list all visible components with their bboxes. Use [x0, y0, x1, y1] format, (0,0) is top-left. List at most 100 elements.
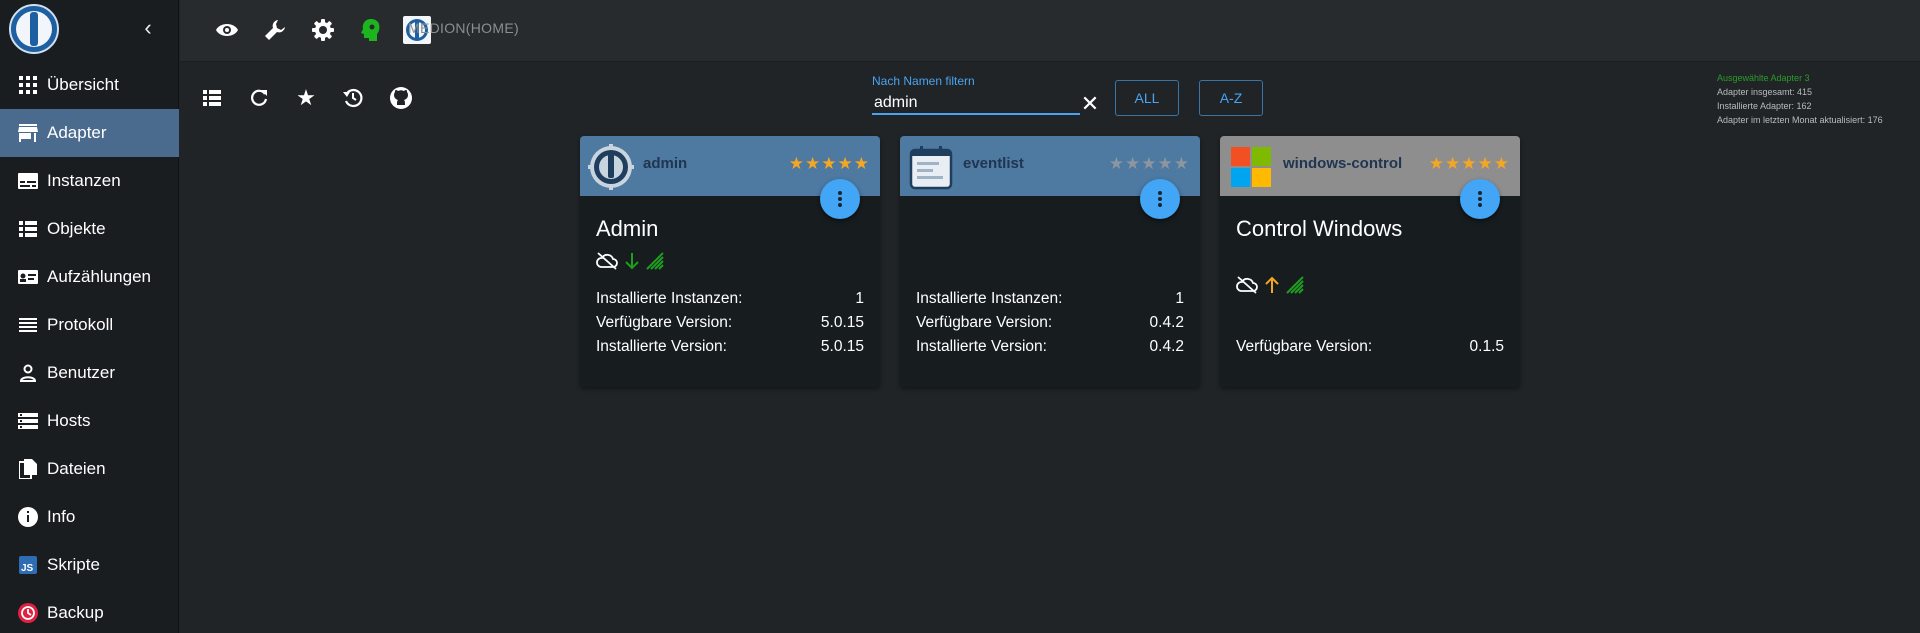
storage-icon: [17, 410, 39, 432]
sidebar-item-objekte[interactable]: Objekte: [0, 205, 179, 253]
subtitles-icon: [17, 170, 39, 192]
connection-quality-icon: [646, 251, 666, 275]
sidebar-item-label: Benutzer: [47, 363, 116, 382]
eventlist-logo-icon: [908, 144, 954, 190]
info-row: Installierte Version: 0.4.2: [916, 338, 1184, 356]
sidebar-item-label: Aufzählungen: [47, 267, 151, 286]
sidebar-item-backup[interactable]: Backup: [0, 589, 179, 633]
more-options-button[interactable]: [820, 179, 860, 219]
adapter-title: Admin: [596, 216, 659, 241]
person-icon: [17, 362, 39, 384]
github-icon[interactable]: [387, 84, 415, 112]
info-label: Installierte Instanzen:: [916, 290, 1063, 307]
list-icon: [17, 218, 39, 240]
stat-selected: Ausgewählte Adapter 3: [1717, 73, 1810, 83]
status-icons: [1236, 275, 1306, 299]
sort-az-button[interactable]: A-Z: [1199, 80, 1263, 116]
collapse-sidebar-button[interactable]: ‹: [138, 16, 158, 40]
windows-logo-icon: [1228, 144, 1274, 190]
host-name: MEDION(HOME): [408, 20, 519, 36]
info-value: 5.0.15: [820, 314, 864, 331]
sidebar-item-aufzaehlungen[interactable]: Aufzählungen: [0, 253, 179, 301]
iobroker-logo[interactable]: [8, 3, 60, 55]
js-icon: JS: [17, 554, 39, 576]
sidebar-item-label: Instanzen: [47, 171, 121, 190]
info-value: 1: [855, 290, 864, 307]
rating-stars[interactable]: ★★★★★: [1429, 154, 1510, 174]
info-value: 0.4.2: [1149, 314, 1184, 331]
adapter-card-eventlist: eventlist ★★★★★ Installierte Instanzen: 1…: [900, 136, 1200, 387]
clear-filter-icon[interactable]: ✕: [1078, 92, 1102, 116]
sidebar-item-label: Objekte: [47, 219, 106, 238]
more-options-button[interactable]: [1140, 179, 1180, 219]
filter-input[interactable]: [872, 93, 1080, 115]
sidebar-item-dateien[interactable]: Dateien: [0, 445, 179, 493]
info-value: 0.4.2: [1149, 338, 1184, 355]
menu-lines-icon: [17, 314, 39, 336]
eye-icon[interactable]: [212, 15, 242, 45]
list-view-icon[interactable]: [198, 84, 226, 112]
info-row: Installierte Instanzen: 1: [916, 290, 1184, 308]
expert-mode-icon[interactable]: [356, 15, 386, 45]
info-label: Verfügbare Version:: [596, 314, 733, 331]
more-options-button[interactable]: [1460, 179, 1500, 219]
info-label: Installierte Version:: [916, 338, 1047, 355]
adapter-name: eventlist: [963, 155, 1024, 172]
refresh-icon[interactable]: [245, 84, 273, 112]
backup-icon: [17, 602, 39, 624]
adapter-name: windows-control: [1283, 155, 1403, 172]
status-icons: [596, 251, 666, 275]
info-value: 5.0.15: [820, 338, 864, 355]
sidebar-item-label: Hosts: [47, 411, 91, 430]
info-label: Installierte Version:: [596, 338, 727, 355]
sidebar-item-protokoll[interactable]: Protokoll: [0, 301, 179, 349]
info-value: 1: [1175, 290, 1184, 307]
info-row: Installierte Version: 5.0.15: [596, 338, 864, 356]
adapter-stats: Ausgewählte Adapter 3 Adapter insgesamt:…: [1717, 71, 1883, 127]
info-label: Verfügbare Version:: [916, 314, 1053, 331]
apps-icon: [17, 74, 39, 96]
sidebar-item-label: Adapter: [47, 123, 107, 142]
stat-updated: Adapter im letzten Monat aktualisiert: 1…: [1717, 115, 1883, 125]
store-icon: [17, 122, 39, 144]
star-icon[interactable]: ★: [292, 84, 320, 112]
adapter-name: admin: [643, 155, 688, 172]
history-icon[interactable]: [339, 84, 367, 112]
info-label: Installierte Instanzen:: [596, 290, 743, 307]
sidebar-item-info[interactable]: Info: [0, 493, 179, 541]
info-row: Installierte Instanzen: 1: [596, 290, 864, 308]
files-icon: [17, 458, 39, 480]
sidebar-item-adapter[interactable]: Adapter: [0, 109, 179, 157]
sidebar-item-label: Backup: [47, 603, 104, 622]
sidebar-item-skripte[interactable]: JS Skripte: [0, 541, 179, 589]
info-icon: [17, 506, 39, 528]
sidebar-item-label: Übersicht: [47, 75, 119, 94]
adapter-card-windows-control: windows-control ★★★★★ Control Windows Ve…: [1220, 136, 1520, 387]
sidebar-item-label: Protokoll: [47, 315, 114, 334]
sidebar-item-label: Skripte: [47, 555, 100, 574]
sidebar-item-label: Info: [47, 507, 76, 526]
info-value: 0.1.5: [1469, 338, 1504, 355]
all-button[interactable]: ALL: [1115, 80, 1179, 116]
sidebar: ‹ Übersicht Adapter Instanzen Objekte Au…: [0, 0, 179, 633]
badge-icon: [17, 266, 39, 288]
rating-stars[interactable]: ★★★★★: [789, 154, 870, 174]
arrow-down-icon: [624, 252, 640, 275]
wrench-icon[interactable]: [260, 15, 290, 45]
filter-label: Nach Namen filtern: [872, 74, 975, 88]
svg-text:JS: JS: [21, 563, 34, 574]
adapter-panel: ★ Nach Namen filtern ✕ ALL A-Z Ausgewähl…: [188, 70, 1915, 633]
sidebar-item-hosts[interactable]: Hosts: [0, 397, 179, 445]
sidebar-item-instanzen[interactable]: Instanzen: [0, 157, 179, 205]
sidebar-item-label: Dateien: [47, 459, 106, 478]
cloud-off-icon: [596, 251, 618, 275]
cloud-off-icon: [1236, 275, 1258, 299]
arrow-up-icon: [1264, 276, 1280, 299]
rating-stars[interactable]: ★★★★★: [1109, 154, 1190, 174]
sidebar-item-benutzer[interactable]: Benutzer: [0, 349, 179, 397]
adapter-card-admin: admin ★★★★★ Admin Installierte Instanzen…: [580, 136, 880, 387]
sidebar-item-uebersicht[interactable]: Übersicht: [0, 61, 179, 109]
adapter-title: Control Windows: [1236, 216, 1403, 241]
info-row: Verfügbare Version: 5.0.15: [596, 314, 864, 332]
gear-icon[interactable]: [308, 15, 338, 45]
